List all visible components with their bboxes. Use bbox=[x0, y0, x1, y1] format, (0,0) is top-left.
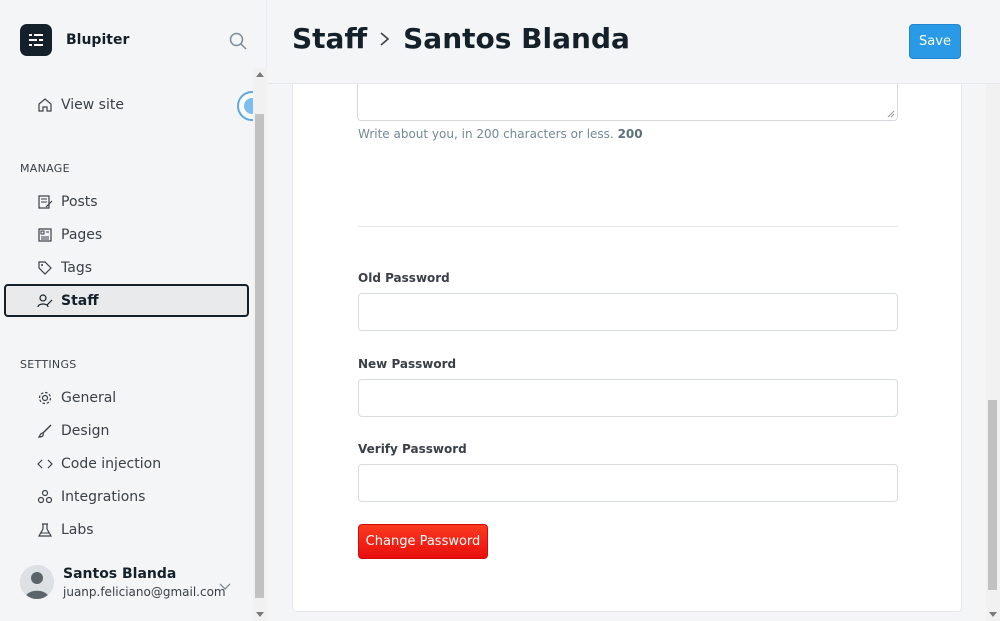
main-scrollbar[interactable] bbox=[986, 84, 1000, 621]
gear-icon bbox=[36, 389, 54, 407]
brand-logo-icon bbox=[20, 24, 52, 56]
chevron-right-icon bbox=[377, 29, 393, 49]
sidebar-item-label: Design bbox=[61, 422, 110, 439]
scroll-up-arrow-icon[interactable] bbox=[256, 72, 264, 77]
user-name: Santos Blanda bbox=[63, 565, 177, 582]
sidebar-item-view-site[interactable]: View site bbox=[4, 88, 249, 121]
bio-hint-text: Write about you, in 200 characters or le… bbox=[358, 127, 614, 141]
pages-icon bbox=[36, 226, 54, 244]
home-icon bbox=[36, 96, 54, 114]
sidebar-item-label: Tags bbox=[61, 259, 92, 276]
posts-icon bbox=[36, 193, 54, 211]
change-password-button[interactable]: Change Password bbox=[358, 524, 488, 559]
verify-password-field[interactable] bbox=[358, 464, 898, 502]
sidebar-item-integrations[interactable]: Integrations bbox=[4, 480, 249, 513]
sidebar-item-general[interactable]: General bbox=[4, 381, 249, 414]
avatar bbox=[20, 565, 54, 599]
search-icon[interactable] bbox=[228, 31, 248, 51]
sidebar-item-staff[interactable]: Staff bbox=[4, 284, 249, 317]
sidebar-item-label: Staff bbox=[61, 292, 99, 309]
brand-name: Blupiter bbox=[66, 32, 130, 48]
sidebar-item-labs[interactable]: Labs bbox=[4, 513, 249, 546]
new-password-label: New Password bbox=[358, 357, 457, 371]
verify-password-label: Verify Password bbox=[358, 442, 467, 456]
sidebar-item-label: Posts bbox=[61, 193, 98, 210]
sidebar-item-label: Code injection bbox=[61, 455, 162, 472]
old-password-label: Old Password bbox=[358, 271, 450, 285]
bio-textarea[interactable] bbox=[357, 84, 898, 121]
sidebar-item-label: View site bbox=[61, 96, 124, 113]
sidebar-item-tags[interactable]: Tags bbox=[4, 251, 249, 284]
integrations-icon bbox=[36, 488, 54, 506]
page-header: Staff Santos Blanda Save bbox=[268, 0, 1000, 84]
sidebar-item-design[interactable]: Design bbox=[4, 414, 249, 447]
sidebar-item-posts[interactable]: Posts bbox=[4, 185, 249, 218]
chevron-down-icon[interactable] bbox=[218, 578, 232, 597]
sidebar-item-pages[interactable]: Pages bbox=[4, 218, 249, 251]
scrollbar-thumb[interactable] bbox=[988, 400, 997, 590]
new-password-field[interactable] bbox=[358, 379, 898, 417]
profile-form-card: Write about you, in 200 characters or le… bbox=[292, 84, 962, 612]
bio-hint: Write about you, in 200 characters or le… bbox=[358, 127, 643, 141]
scroll-down-arrow-icon[interactable] bbox=[989, 612, 997, 617]
breadcrumb: Staff Santos Blanda bbox=[292, 22, 630, 55]
settings-section-title: SETTINGS bbox=[20, 358, 77, 371]
brand[interactable]: Blupiter bbox=[20, 24, 129, 56]
tag-icon bbox=[36, 259, 54, 277]
scroll-down-arrow-icon[interactable] bbox=[256, 612, 264, 617]
sidebar-item-label: General bbox=[61, 389, 117, 406]
sidebar-scrollbar[interactable] bbox=[253, 68, 267, 621]
user-menu[interactable]: Santos Blanda juanp.feliciano@gmail.com bbox=[20, 565, 226, 599]
sidebar-item-label: Integrations bbox=[61, 488, 146, 505]
sidebar: Blupiter View site MANAGE Posts Pages Ta… bbox=[0, 0, 267, 621]
main-content: Staff Santos Blanda Save Write about you… bbox=[268, 0, 1000, 621]
bio-char-count: 200 bbox=[617, 127, 643, 141]
save-button[interactable]: Save bbox=[909, 24, 961, 59]
sidebar-item-label: Labs bbox=[61, 521, 94, 538]
brush-icon bbox=[36, 422, 54, 440]
resize-grip-icon[interactable] bbox=[887, 110, 895, 118]
old-password-field[interactable] bbox=[358, 293, 898, 331]
flask-icon bbox=[36, 521, 54, 539]
staff-icon bbox=[36, 292, 54, 310]
divider bbox=[358, 226, 898, 227]
code-icon bbox=[36, 455, 54, 473]
sidebar-item-label: Pages bbox=[61, 226, 103, 243]
scrollbar-thumb[interactable] bbox=[255, 114, 264, 598]
breadcrumb-staff-link[interactable]: Staff bbox=[292, 22, 367, 55]
user-email: juanp.feliciano@gmail.com bbox=[63, 584, 226, 599]
page-title: Santos Blanda bbox=[403, 22, 630, 55]
manage-section-title: MANAGE bbox=[20, 162, 70, 175]
sidebar-item-code-injection[interactable]: Code injection bbox=[4, 447, 249, 480]
